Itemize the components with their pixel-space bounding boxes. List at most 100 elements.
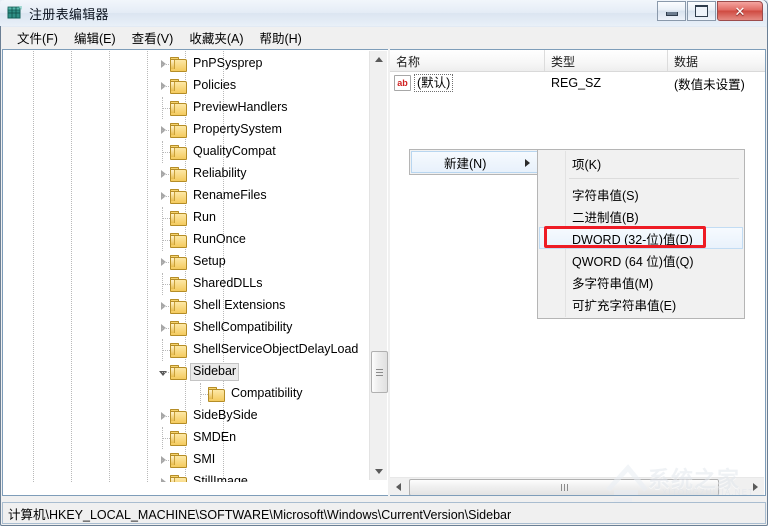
folder-icon: [170, 123, 187, 138]
submenu-item-5[interactable]: 多字符串值(M): [539, 271, 743, 293]
tree-item-label: Shell Extensions: [193, 298, 286, 312]
new-value-submenu: 项(K) 字符串值(S) 二进制值(B) DWORD (32-位)值(D) QWORD …: [537, 149, 745, 319]
tree-item-sidebar[interactable]: Sidebar: [154, 361, 366, 383]
tree-item-run[interactable]: Run: [154, 207, 366, 229]
tree-item-previewhandlers[interactable]: PreviewHandlers: [154, 97, 366, 119]
tree-vertical-scrollbar[interactable]: [369, 51, 388, 480]
tree-guide-line: [71, 51, 72, 482]
column-header-label: 名称: [396, 55, 421, 69]
tree-item-reliability[interactable]: Reliability: [154, 163, 366, 185]
tree-item-setup[interactable]: Setup: [154, 251, 366, 273]
registry-editor-icon: [7, 5, 23, 21]
minimize-button[interactable]: [657, 1, 686, 21]
tree-item-smden[interactable]: SMDEn: [154, 427, 366, 449]
tree-item-compatibility[interactable]: Compatibility: [154, 383, 366, 405]
tree-item-list: PnPSysprep Policies PreviewHandlers Propert…: [154, 53, 366, 482]
tree-item-label: SMDEn: [193, 430, 237, 444]
list-horizontal-scrollbar[interactable]: [390, 477, 764, 495]
expand-arrow-icon[interactable]: [154, 405, 171, 427]
submenu-item-list: 项(K) 字符串值(S) 二进制值(B) DWORD (32-位)值(D) QWORD …: [539, 152, 743, 315]
tree-viewport: PnPSysprep Policies PreviewHandlers Propert…: [4, 51, 366, 482]
list-scrollbar-thumb[interactable]: [409, 479, 719, 495]
submenu-item-label: 可扩充字符串值(E): [572, 298, 677, 313]
expand-arrow-icon[interactable]: [154, 317, 171, 339]
context-menu-parent: 新建(N): [409, 149, 541, 175]
chevron-left-icon: [396, 482, 401, 491]
context-menu-item-new[interactable]: 新建(N): [411, 151, 539, 173]
scroll-right-button[interactable]: [747, 478, 764, 495]
folder-icon: [170, 79, 187, 94]
tree-item-qualitycompat[interactable]: QualityCompat: [154, 141, 366, 163]
value-type-cell: REG_SZ: [551, 76, 602, 90]
submenu-item-2[interactable]: 二进制值(B): [539, 205, 743, 227]
registry-tree-pane[interactable]: PnPSysprep Policies PreviewHandlers Propert…: [2, 49, 388, 496]
folder-icon: [170, 453, 187, 468]
tree-item-smi[interactable]: SMI: [154, 449, 366, 471]
column-name[interactable]: 名称: [390, 50, 545, 71]
tree-item-policies[interactable]: Policies: [154, 75, 366, 97]
expand-arrow-icon[interactable]: [154, 295, 171, 317]
maximize-button[interactable]: [687, 1, 716, 21]
expand-arrow-icon[interactable]: [154, 471, 170, 482]
folder-icon: [170, 299, 187, 314]
tree-scrollbar-thumb[interactable]: [371, 351, 388, 393]
column-header-label: 类型: [551, 55, 576, 69]
tree-guide-line: [33, 51, 34, 482]
menu-edit[interactable]: 编辑(E): [66, 26, 124, 50]
menu-item-label: 帮助(H): [259, 31, 302, 46]
submenu-item-1[interactable]: 字符串值(S): [539, 183, 743, 205]
tree-item-propertysystem[interactable]: PropertySystem: [154, 119, 366, 141]
tree-item-shellserviceobjectdelayload[interactable]: ShellServiceObjectDelayLoad: [154, 339, 366, 361]
column-data[interactable]: 数据: [668, 50, 765, 71]
tree-item-shellcompatibility[interactable]: ShellCompatibility: [154, 317, 366, 339]
menu-help[interactable]: 帮助(H): [251, 26, 309, 50]
folder-icon: [170, 233, 187, 248]
expand-arrow-icon[interactable]: [154, 53, 171, 75]
folder-icon: [170, 475, 187, 482]
tree-connector: [154, 273, 172, 295]
tree-connector: [192, 383, 210, 405]
tree-item-sidebyside[interactable]: SideBySide: [154, 405, 366, 427]
column-type[interactable]: 类型: [545, 50, 668, 71]
context-menu-item-label: 新建(N): [444, 156, 487, 171]
tree-item-shell-extensions[interactable]: Shell Extensions: [154, 295, 366, 317]
submenu-item-6[interactable]: 可扩充字符串值(E): [539, 293, 743, 315]
collapse-arrow-icon[interactable]: [154, 361, 171, 383]
expand-arrow-icon[interactable]: [154, 185, 171, 207]
tree-item-label: Policies: [193, 78, 237, 92]
tree-item-label: QualityCompat: [193, 144, 276, 158]
tree-connector: [154, 97, 172, 119]
expand-arrow-icon[interactable]: [154, 119, 171, 141]
tree-item-shareddlls[interactable]: SharedDLLs: [154, 273, 366, 295]
submenu-item-4[interactable]: QWORD (64 位)值(Q): [539, 249, 743, 271]
menu-favorites[interactable]: 收藏夹(A): [181, 26, 251, 50]
tree-connector: [154, 141, 172, 163]
tree-item-label: RenameFiles: [193, 188, 267, 202]
scroll-down-button[interactable]: [370, 463, 387, 480]
chevron-down-icon: [374, 469, 383, 474]
submenu-item-0[interactable]: 项(K): [539, 152, 743, 174]
minimize-icon: [665, 11, 678, 16]
scroll-up-button[interactable]: [370, 51, 387, 68]
expand-arrow-icon[interactable]: [154, 449, 171, 471]
menu-view[interactable]: 查看(V): [124, 26, 182, 50]
scroll-left-button[interactable]: [390, 478, 407, 495]
folder-icon: [170, 431, 187, 446]
expand-arrow-icon[interactable]: [154, 75, 171, 97]
expand-arrow-icon[interactable]: [154, 163, 171, 185]
close-button[interactable]: ✕: [717, 1, 763, 21]
tree-item-runonce[interactable]: RunOnce: [154, 229, 366, 251]
string-value-icon: ab: [394, 75, 411, 91]
menu-file[interactable]: 文件(F): [9, 26, 66, 50]
menu-item-label: 文件(F): [17, 31, 58, 46]
grip-icon: [376, 368, 383, 376]
submenu-arrow-icon: [525, 159, 530, 167]
tree-item-pnpsysprep[interactable]: PnPSysprep: [154, 53, 366, 75]
tree-item-renamefiles[interactable]: RenameFiles: [154, 185, 366, 207]
expand-arrow-icon[interactable]: [154, 251, 171, 273]
folder-icon: [170, 57, 187, 72]
folder-icon: [170, 343, 187, 358]
table-row[interactable]: ab (默认) REG_SZ (数值未设置): [390, 73, 765, 93]
tree-item-stillimage[interactable]: StillImage: [154, 471, 366, 482]
submenu-item-3[interactable]: DWORD (32-位)值(D): [539, 227, 743, 249]
